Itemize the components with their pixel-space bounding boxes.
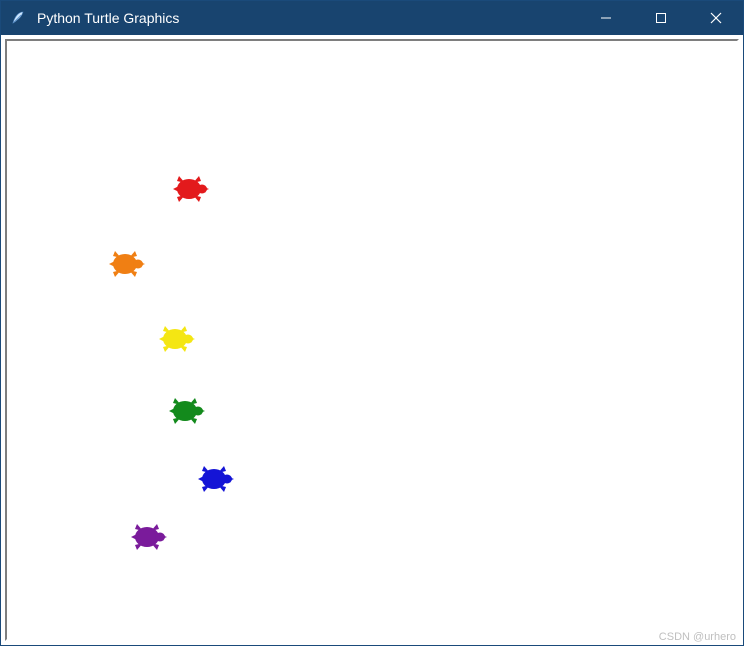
turtle-yellow bbox=[155, 323, 199, 355]
turtle-purple bbox=[127, 521, 171, 553]
turtle-orange bbox=[105, 248, 149, 280]
app-window: Python Turtle Graphics bbox=[0, 0, 744, 646]
window-title: Python Turtle Graphics bbox=[37, 10, 578, 26]
turtle-canvas bbox=[5, 39, 739, 641]
minimize-button[interactable] bbox=[578, 1, 633, 35]
window-controls bbox=[578, 1, 743, 35]
titlebar[interactable]: Python Turtle Graphics bbox=[1, 1, 743, 35]
feather-icon bbox=[9, 9, 27, 27]
turtle-green bbox=[165, 395, 209, 427]
turtle-blue bbox=[194, 463, 238, 495]
maximize-button[interactable] bbox=[633, 1, 688, 35]
turtle-red bbox=[169, 173, 213, 205]
watermark: CSDN @urhero bbox=[659, 631, 736, 643]
close-button[interactable] bbox=[688, 1, 743, 35]
canvas-surface bbox=[9, 43, 735, 637]
